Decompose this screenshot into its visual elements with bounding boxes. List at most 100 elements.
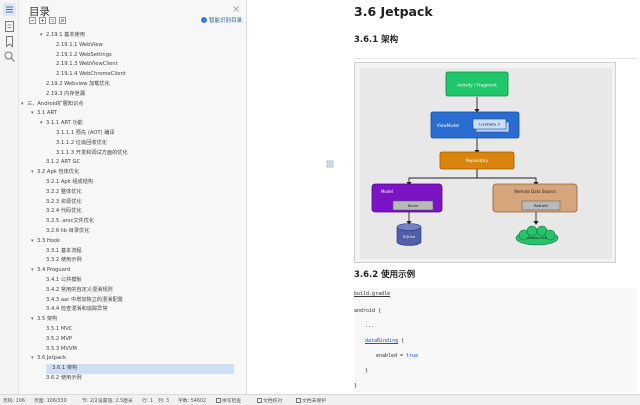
toc-item[interactable]: 3.2.4 代码优化: [40, 207, 82, 217]
toc-item[interactable]: 3.3.2 使用示例: [40, 256, 82, 266]
page-thumbnail-icon[interactable]: [3, 20, 16, 33]
heading-architecture: 3.6.1 架构: [354, 35, 399, 45]
sqlite-label: SQLite: [403, 234, 416, 239]
protection-button[interactable]: 文档未保护: [296, 397, 326, 404]
app-window: 目录 × 智能识别目录 ▾ 2.19.1 基本使用 2.19.1.1 WebView…: [0, 0, 640, 405]
toc-item-label: 3.4.1 公共模板: [46, 277, 82, 283]
toc-item[interactable]: 3.2.3 资源优化: [40, 198, 82, 208]
toc-item[interactable]: 2.19.3 内存泄漏: [40, 90, 85, 100]
toc-item[interactable]: 2.19.1.4 WebChromeClient: [50, 70, 126, 80]
toc-item[interactable]: 3.1.2 ART GC: [40, 158, 80, 168]
toc-item[interactable]: ▾ 3.2 Apk 包体优化: [31, 168, 79, 178]
spell-check-icon: [216, 398, 221, 403]
toc-item[interactable]: ▾ 3.4 Proguard: [31, 266, 70, 276]
smart-toc-icon: [201, 17, 207, 23]
toc-item-label: 2.19.3 内存泄漏: [46, 90, 85, 97]
toc-item[interactable]: 3.4.3 aar 中增加独立的混淆配置: [40, 296, 123, 306]
toc-item-label: 3.6 Jetpack: [37, 355, 66, 362]
search-icon[interactable]: [3, 50, 16, 63]
heading-jetpack: 3.6 Jetpack: [354, 4, 433, 19]
viewmodel-label: ViewModel: [437, 123, 460, 128]
toc-item[interactable]: 3.4.4 检查混淆和追踪异常: [40, 305, 108, 315]
status-setting: 设置值: 2.5厘米: [98, 399, 133, 404]
status-row: 行: 1: [142, 399, 153, 404]
toc-item[interactable]: 3.3.1 基本流程: [40, 247, 82, 257]
page-gutter: [247, 0, 327, 394]
toc-item[interactable]: ▾ 三、Android扩展知识点: [21, 100, 83, 110]
status-bar: 页码: 106 页面: 106/330 节: 2/2 设置值: 2.5厘米 行:…: [0, 394, 640, 405]
toc-item-label: 三、Android扩展知识点: [27, 100, 84, 107]
toc-item[interactable]: 3.4.2 常用的自定义混淆规则: [40, 286, 113, 296]
proofread-button[interactable]: 文档校对: [257, 397, 282, 404]
toc-item-label: 3.3.2 使用示例: [46, 257, 82, 264]
toc-item[interactable]: 3.2.6 lib 目录优化: [40, 227, 89, 237]
bookmark-icon[interactable]: [3, 35, 16, 48]
toc-item[interactable]: 3.2.5 .arsc文件优化: [40, 217, 94, 227]
status-page-count: 页面: 106/330: [34, 399, 67, 404]
repository-label: Repository: [466, 158, 489, 163]
toc-item-label: 3.5.1 MVC: [46, 326, 73, 332]
architecture-image[interactable]: Activity / Fragment ViewModel LiveData 3…: [354, 62, 616, 263]
room-label: Room: [408, 203, 419, 208]
toc-item-label: 3.2.3 资源优化: [46, 198, 82, 205]
toc-item[interactable]: 3.6.1 架构: [46, 364, 234, 374]
smart-toc-label: 智能识别目录: [209, 18, 243, 24]
collapse-all-icon[interactable]: [29, 17, 36, 24]
code-line: enabled = true: [376, 353, 419, 359]
toc-item-label: 3.4.4 检查混淆和追踪异常: [46, 306, 108, 313]
toc-item-label: 3.2.1 Apk 组成结构: [46, 179, 94, 185]
toc-item[interactable]: 3.5.3 MVVM: [40, 345, 77, 355]
toc-item[interactable]: 3.5.2 MVP: [40, 335, 72, 345]
toc-item[interactable]: 3.1.1.3 开发和调试方面的优化: [50, 149, 128, 159]
toc-item[interactable]: ▾ 2.19.1 基本使用: [40, 31, 85, 41]
architecture-diagram: Activity / Fragment ViewModel LiveData 3…: [360, 68, 612, 259]
toc-item[interactable]: ▾ 3.1 ART: [31, 109, 57, 119]
toc-item[interactable]: 2.19.1.2 WebSettings: [50, 51, 112, 61]
toc-item-label: 2.19.1.3 WebViewClient: [56, 61, 118, 68]
toc-item[interactable]: 2.19.1.3 WebViewClient: [50, 60, 118, 70]
toc-panel: 目录 × 智能识别目录 ▾ 2.19.1 基本使用 2.19.1.1 WebView…: [19, 0, 257, 394]
toc-item-label: 3.1.1.1 预先 (AOT) 编译: [56, 130, 115, 136]
expand-all-icon[interactable]: [39, 17, 46, 24]
toc-item-label: 3.6.2 使用示例: [46, 375, 82, 381]
toc-item[interactable]: 3.1.1.1 预先 (AOT) 编译: [50, 129, 115, 139]
toc-item-label: 2.19.2 Webview 加载优化: [46, 81, 110, 87]
toc-item-label: 3.2.6 lib 目录优化: [46, 228, 90, 234]
toc-item[interactable]: 3.6.2 使用示例: [40, 374, 82, 384]
toc-item[interactable]: ▾ 3.5 架构: [31, 315, 57, 325]
toc-item-label: 3.2 Apk 包体优化: [37, 169, 80, 176]
toc-item[interactable]: 3.5.1 MVC: [40, 325, 73, 335]
toc-toggle-icon[interactable]: [3, 3, 16, 16]
expand-level-icon[interactable]: [49, 17, 56, 24]
toc-item[interactable]: 2.19.1.1 WebView: [50, 41, 103, 51]
proofread-icon: [257, 398, 262, 403]
toc-close-button[interactable]: ×: [232, 4, 240, 15]
paragraph-marker-icon[interactable]: [326, 153, 334, 168]
toc-item-label: 3.1.2 ART GC: [46, 159, 81, 166]
toc-item[interactable]: ▾ 3.6 Jetpack: [31, 354, 66, 364]
toc-item-label: 3.2.2 整体优化: [46, 188, 82, 195]
spell-check-button[interactable]: 拼写检查: [216, 397, 241, 404]
toc-item-label: 2.19.1 基本使用: [46, 32, 85, 38]
status-page-index: 页码: 106: [3, 399, 25, 404]
toc-item[interactable]: 3.2.1 Apk 组成结构: [40, 178, 93, 188]
toc-item[interactable]: ▾ 3.3 Hook: [31, 237, 60, 247]
code-line: dataBinding {: [365, 338, 405, 344]
toc-item[interactable]: ▾ 3.1.1 ART 功能: [40, 119, 83, 129]
toc-settings-icon[interactable]: [59, 17, 66, 24]
code-line: }: [365, 368, 369, 374]
toc-item[interactable]: 3.2.2 整体优化: [40, 188, 82, 198]
toc-item-label: 2.19.1.2 WebSettings: [56, 51, 112, 58]
divider: [354, 58, 637, 59]
smart-toc-button[interactable]: 智能识别目录: [201, 16, 242, 24]
status-col: 列: 3: [158, 399, 169, 404]
model-label: Model: [381, 189, 393, 194]
toc-item-label: 3.2.5 .arsc文件优化: [46, 218, 95, 225]
toc-item[interactable]: 3.1.1.2 垃圾回收优化: [50, 139, 107, 149]
toc-item[interactable]: 3.4.1 公共模板: [40, 276, 82, 286]
toc-item[interactable]: 2.19.2 Webview 加载优化: [40, 80, 110, 90]
toc-item-label: 3.4.2 常用的自定义混淆规则: [46, 286, 113, 293]
heading-usage-example: 3.6.2 使用示例: [354, 270, 416, 280]
toc-item-label: 2.19.1.1 WebView: [56, 41, 103, 48]
code-line: ...: [365, 323, 375, 329]
